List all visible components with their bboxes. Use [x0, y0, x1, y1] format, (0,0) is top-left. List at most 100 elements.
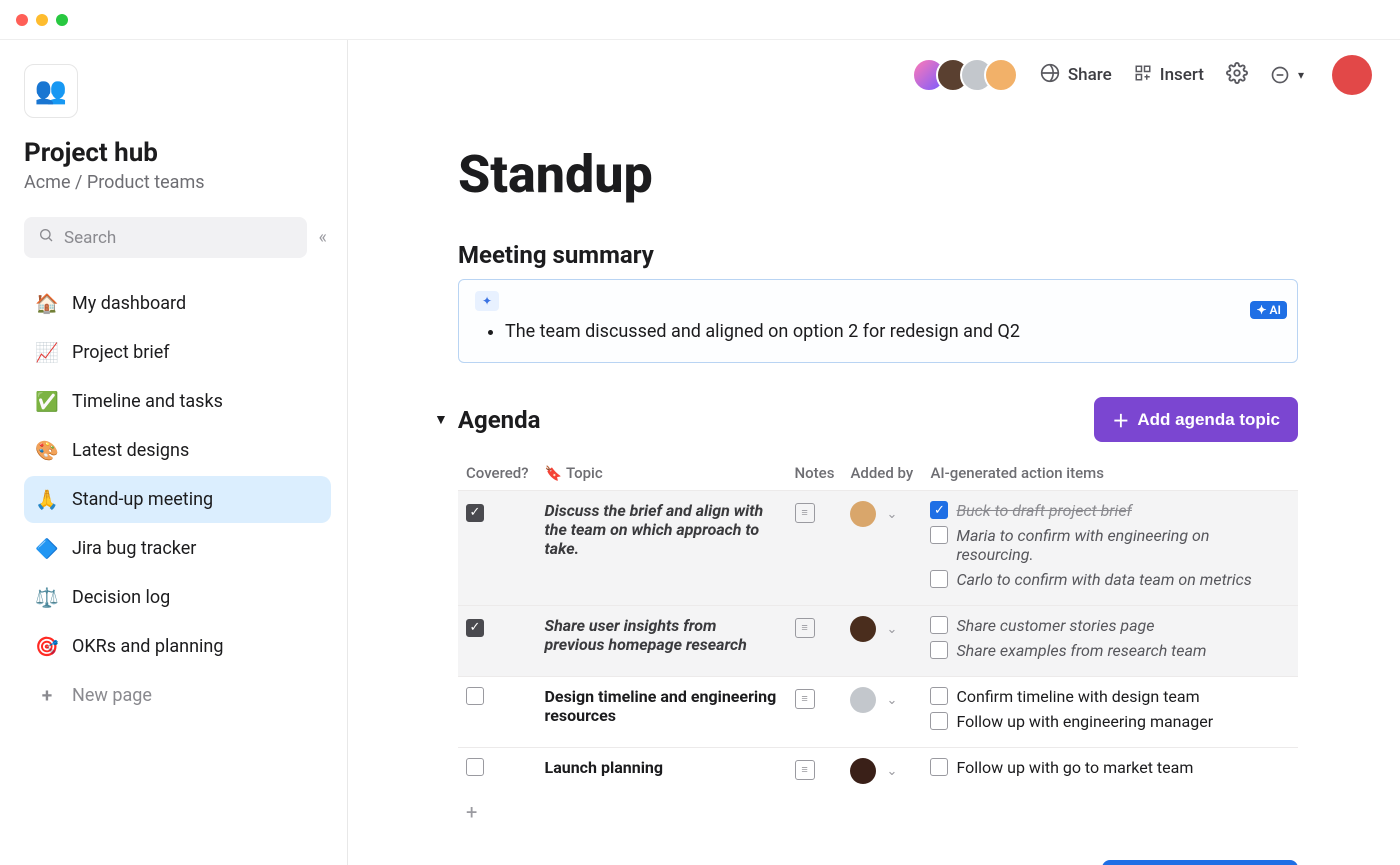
- topic-cell[interactable]: Design timeline and engineering resource…: [545, 687, 777, 725]
- sidebar-item-standup-meeting[interactable]: 🙏 Stand-up meeting: [24, 476, 331, 523]
- action-checkbox[interactable]: ✓: [930, 501, 948, 519]
- ai-badge[interactable]: ✦ AI: [1250, 301, 1287, 319]
- covered-checkbox[interactable]: ✓: [466, 504, 484, 522]
- sidebar-collapse-button[interactable]: «: [315, 227, 331, 248]
- main-panel: Share Insert ▾ Standup Meeting summary ✦: [348, 40, 1400, 865]
- top-toolbar: Share Insert ▾: [348, 40, 1400, 110]
- home-icon: 🏠: [36, 292, 58, 315]
- sidebar-item-latest-designs[interactable]: 🎨 Latest designs: [24, 427, 331, 474]
- comment-icon: [1270, 65, 1290, 85]
- sidebar: 👥 Project hub Acme / Product teams Searc…: [0, 40, 348, 865]
- table-row[interactable]: Design timeline and engineering resource…: [458, 677, 1298, 748]
- page-title[interactable]: Standup: [458, 144, 1298, 205]
- status-updates-header: Status updates ＋ Add your update: [458, 860, 1298, 865]
- action-item[interactable]: ✓Buck to draft project brief: [930, 501, 1290, 520]
- avatar[interactable]: [850, 616, 876, 642]
- sidebar-item-label: Jira bug tracker: [72, 538, 196, 559]
- col-covered[interactable]: Covered?: [458, 456, 537, 491]
- topic-cell[interactable]: Discuss the brief and align with the tea…: [545, 501, 764, 558]
- window-minimize-button[interactable]: [36, 14, 48, 26]
- ai-summary-box[interactable]: ✦ The team discussed and aligned on opti…: [458, 279, 1298, 363]
- table-row[interactable]: ✓ Share user insights from previous home…: [458, 606, 1298, 677]
- avatar[interactable]: [850, 758, 876, 784]
- sidebar-item-label: OKRs and planning: [72, 636, 223, 657]
- notes-icon[interactable]: ≡: [795, 503, 815, 523]
- col-topic[interactable]: 🔖Topic: [537, 456, 787, 491]
- action-checkbox[interactable]: [930, 758, 948, 776]
- settings-button[interactable]: [1226, 62, 1248, 89]
- chart-icon: 📈: [36, 341, 58, 364]
- comments-button[interactable]: ▾: [1270, 65, 1304, 85]
- notes-icon[interactable]: ≡: [795, 760, 815, 780]
- chevron-down-icon[interactable]: ⌄: [886, 693, 897, 708]
- col-added-by[interactable]: Added by: [842, 456, 922, 491]
- sidebar-item-decision-log[interactable]: ⚖️ Decision log: [24, 574, 331, 621]
- summary-text: The team discussed and aligned on option…: [505, 321, 1020, 342]
- covered-checkbox[interactable]: [466, 758, 484, 776]
- notes-icon[interactable]: ≡: [795, 689, 815, 709]
- covered-checkbox[interactable]: [466, 687, 484, 705]
- action-checkbox[interactable]: [930, 526, 948, 544]
- summary-bullet[interactable]: The team discussed and aligned on option…: [505, 321, 1281, 342]
- new-page-button[interactable]: + New page: [24, 672, 331, 719]
- sparkle-icon: ✦: [475, 291, 499, 311]
- window-close-button[interactable]: [16, 14, 28, 26]
- action-item[interactable]: Follow up with go to market team: [930, 758, 1290, 777]
- jira-icon: 🔷: [36, 537, 58, 560]
- table-row[interactable]: Launch planning ≡ ⌄ Follow up with go to…: [458, 748, 1298, 795]
- sidebar-item-label: Stand-up meeting: [72, 489, 213, 510]
- sidebar-item-my-dashboard[interactable]: 🏠 My dashboard: [24, 280, 331, 327]
- user-avatar[interactable]: [1332, 55, 1372, 95]
- avatar[interactable]: [850, 687, 876, 713]
- topic-cell[interactable]: Launch planning: [545, 758, 664, 777]
- action-item[interactable]: Confirm timeline with design team: [930, 687, 1290, 706]
- col-notes[interactable]: Notes: [787, 456, 843, 491]
- add-your-update-button[interactable]: ＋ Add your update: [1102, 860, 1298, 865]
- avatar[interactable]: [850, 501, 876, 527]
- collapse-toggle-icon[interactable]: ▼: [434, 411, 448, 428]
- action-item[interactable]: Share examples from research team: [930, 641, 1290, 660]
- window-maximize-button[interactable]: [56, 14, 68, 26]
- action-item[interactable]: Share customer stories page: [930, 616, 1290, 635]
- bookmark-icon: 🔖: [545, 466, 562, 482]
- sidebar-item-label: Timeline and tasks: [72, 391, 223, 412]
- sidebar-item-jira-bug-tracker[interactable]: 🔷 Jira bug tracker: [24, 525, 331, 572]
- chevron-down-icon[interactable]: ⌄: [886, 622, 897, 637]
- sidebar-nav: 🏠 My dashboard 📈 Project brief ✅ Timelin…: [24, 280, 331, 719]
- chevron-down-icon[interactable]: ⌄: [886, 764, 897, 779]
- grid-plus-icon: [1134, 64, 1152, 87]
- target-icon: 🎯: [36, 635, 58, 658]
- sidebar-item-okrs-planning[interactable]: 🎯 OKRs and planning: [24, 623, 331, 670]
- sidebar-item-timeline-tasks[interactable]: ✅ Timeline and tasks: [24, 378, 331, 425]
- action-item[interactable]: Follow up with engineering manager: [930, 712, 1290, 731]
- share-button[interactable]: Share: [1040, 63, 1112, 88]
- breadcrumb[interactable]: Acme / Product teams: [24, 172, 331, 193]
- figma-icon: 🎨: [36, 439, 58, 462]
- search-input[interactable]: Search: [24, 217, 307, 258]
- covered-checkbox[interactable]: ✓: [466, 619, 484, 637]
- workspace-icon[interactable]: 👥: [24, 64, 78, 118]
- table-row[interactable]: ✓ Discuss the brief and align with the t…: [458, 491, 1298, 606]
- action-checkbox[interactable]: [930, 616, 948, 634]
- sidebar-item-project-brief[interactable]: 📈 Project brief: [24, 329, 331, 376]
- plus-icon: +: [36, 684, 58, 707]
- agenda-table: Covered? 🔖Topic Notes Added by AI-genera…: [458, 456, 1298, 794]
- action-item[interactable]: Maria to confirm with engineering on res…: [930, 526, 1290, 564]
- action-checkbox[interactable]: [930, 570, 948, 588]
- notes-icon[interactable]: ≡: [795, 618, 815, 638]
- presence-avatars[interactable]: [922, 58, 1018, 92]
- action-checkbox[interactable]: [930, 641, 948, 659]
- sidebar-item-label: Project brief: [72, 342, 170, 363]
- col-ai-actions[interactable]: AI-generated action items: [922, 456, 1298, 491]
- summary-heading: Meeting summary: [458, 241, 1298, 269]
- topic-cell[interactable]: Share user insights from previous homepa…: [545, 616, 747, 654]
- avatar[interactable]: [984, 58, 1018, 92]
- chevron-down-icon[interactable]: ⌄: [886, 507, 897, 522]
- action-checkbox[interactable]: [930, 712, 948, 730]
- action-item[interactable]: Carlo to confirm with data team on metri…: [930, 570, 1290, 589]
- insert-button[interactable]: Insert: [1134, 64, 1204, 87]
- add-agenda-topic-button[interactable]: ＋ Add agenda topic: [1094, 397, 1298, 442]
- add-row-button[interactable]: +: [458, 794, 1298, 830]
- share-label: Share: [1068, 65, 1112, 85]
- action-checkbox[interactable]: [930, 687, 948, 705]
